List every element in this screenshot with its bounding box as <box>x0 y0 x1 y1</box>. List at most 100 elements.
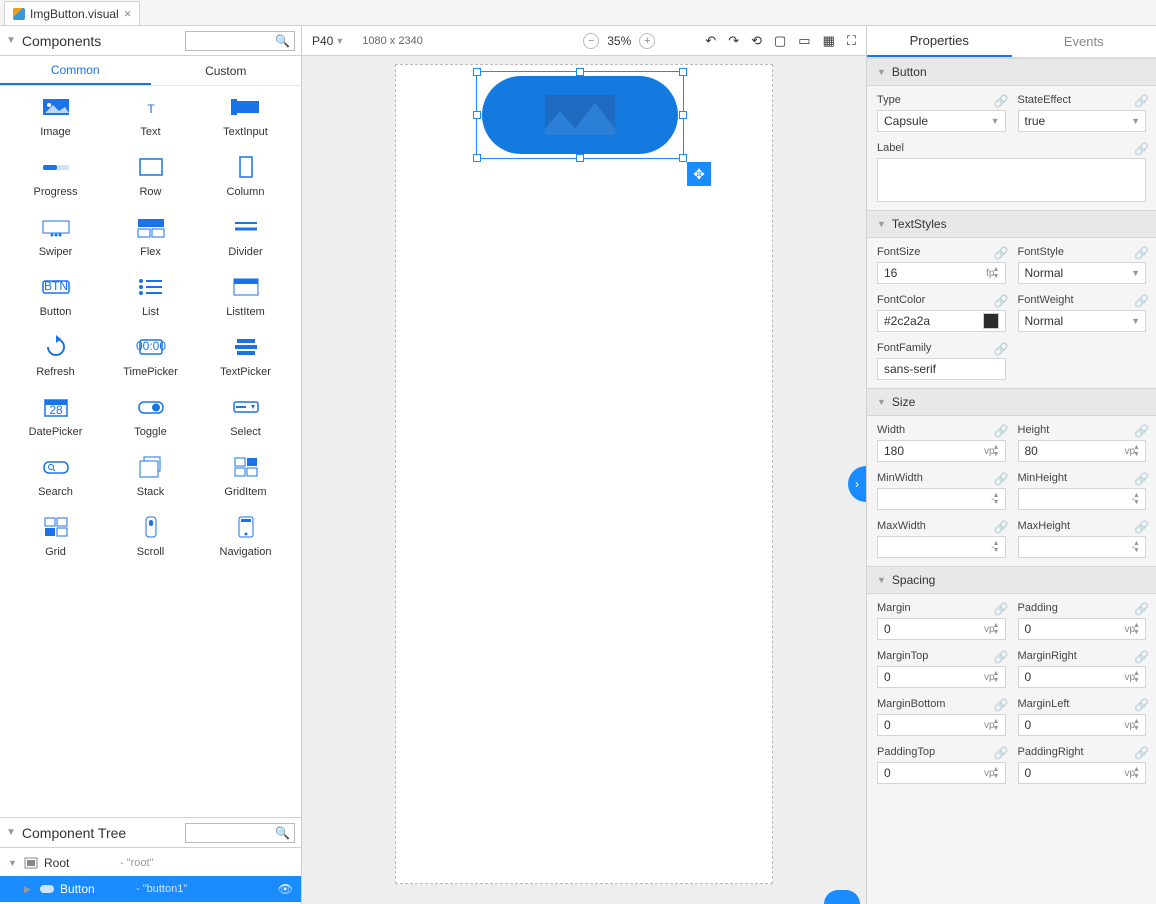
chevron-down-icon[interactable]: ▼ <box>6 35 16 46</box>
tab-events[interactable]: Events <box>1012 26 1156 57</box>
component-stack[interactable]: Stack <box>103 456 198 498</box>
fontweight-select[interactable]: Normal▼ <box>1018 310 1147 332</box>
tree-row-root[interactable]: ▼ Root - "root" <box>0 850 301 876</box>
component-text[interactable]: TText <box>103 96 198 138</box>
tab-common[interactable]: Common <box>0 56 151 85</box>
component-row[interactable]: Row <box>103 156 198 198</box>
link-icon[interactable]: 🔗 <box>1134 520 1146 532</box>
height-input[interactable]: 80vp▲▼ <box>1018 440 1147 462</box>
link-icon[interactable]: 🔗 <box>994 602 1006 614</box>
selection-frame[interactable]: ✥ <box>476 71 684 159</box>
margin-input[interactable]: 0vp▲▼ <box>877 618 1006 640</box>
tab-custom[interactable]: Custom <box>151 56 302 85</box>
mleft-input[interactable]: 0vp▲▼ <box>1018 714 1147 736</box>
component-refresh[interactable]: Refresh <box>8 336 103 378</box>
link-icon[interactable]: 🔗 <box>994 94 1006 106</box>
mright-input[interactable]: 0vp▲▼ <box>1018 666 1147 688</box>
zoom-out-button[interactable]: − <box>583 33 599 49</box>
resize-handle[interactable] <box>473 68 481 76</box>
link-icon[interactable]: 🔗 <box>994 650 1006 662</box>
label-textarea[interactable] <box>877 158 1146 202</box>
component-timepicker[interactable]: 00:00TimePicker <box>103 336 198 378</box>
section-textstyles[interactable]: ▼TextStyles <box>867 210 1156 238</box>
resize-handle[interactable] <box>679 154 687 162</box>
component-textinput[interactable]: TextInput <box>198 96 293 138</box>
layout-icon[interactable]: ▢ <box>774 33 786 49</box>
link-icon[interactable]: 🔗 <box>1134 246 1146 258</box>
link-icon[interactable]: 🔗 <box>994 472 1006 484</box>
chevron-down-icon[interactable]: ▼ <box>6 827 16 838</box>
link-icon[interactable]: 🔗 <box>1134 94 1146 106</box>
fontsize-input[interactable]: 16fp▲▼ <box>877 262 1006 284</box>
maxh-input[interactable]: -▲▼ <box>1018 536 1147 558</box>
side-expand-button[interactable]: › <box>848 466 866 502</box>
resize-handle[interactable] <box>576 68 584 76</box>
fontcolor-input[interactable]: #2c2a2a <box>877 310 1006 332</box>
file-tab[interactable]: ImgButton.visual × <box>4 1 140 25</box>
link-icon[interactable]: 🔗 <box>1134 698 1146 710</box>
link-icon[interactable]: 🔗 <box>1134 650 1146 662</box>
link-icon[interactable]: 🔗 <box>1134 142 1146 154</box>
link-icon[interactable]: 🔗 <box>1134 602 1146 614</box>
section-button[interactable]: ▼Button <box>867 58 1156 86</box>
link-icon[interactable]: 🔗 <box>994 342 1006 354</box>
move-icon[interactable]: ✥ <box>687 162 711 186</box>
component-griditem[interactable]: GridItem <box>198 456 293 498</box>
components-search[interactable]: 🔍 <box>185 31 295 51</box>
link-icon[interactable]: 🔗 <box>994 424 1006 436</box>
component-button[interactable]: BTNButton <box>8 276 103 318</box>
fontstyle-select[interactable]: Normal▼ <box>1018 262 1147 284</box>
zoom-in-button[interactable]: + <box>639 33 655 49</box>
component-list[interactable]: List <box>103 276 198 318</box>
component-grid[interactable]: Grid <box>8 516 103 558</box>
section-size[interactable]: ▼Size <box>867 388 1156 416</box>
link-icon[interactable]: 🔗 <box>1134 424 1146 436</box>
link-icon[interactable]: 🔗 <box>1134 472 1146 484</box>
width-input[interactable]: 180vp▲▼ <box>877 440 1006 462</box>
component-toggle[interactable]: Toggle <box>103 396 198 438</box>
pright-input[interactable]: 0vp▲▼ <box>1018 762 1147 784</box>
bottom-expand-button[interactable] <box>824 890 860 904</box>
type-select[interactable]: Capsule▼ <box>877 110 1006 132</box>
device-selector[interactable]: P40▼ <box>312 34 344 48</box>
close-icon[interactable]: × <box>124 6 132 21</box>
link-icon[interactable]: 🔗 <box>994 294 1006 306</box>
minw-input[interactable]: -▲▼ <box>877 488 1006 510</box>
component-select[interactable]: Select <box>198 396 293 438</box>
tree-row-button[interactable]: ▶ Button - "button1" 👁 <box>0 876 301 902</box>
resize-handle[interactable] <box>679 68 687 76</box>
component-navigation[interactable]: Navigation <box>198 516 293 558</box>
component-search[interactable]: Search <box>8 456 103 498</box>
link-icon[interactable]: 🔗 <box>1134 746 1146 758</box>
component-flex[interactable]: Flex <box>103 216 198 258</box>
undo-icon[interactable]: ↶ <box>705 33 716 49</box>
component-image[interactable]: Image <box>8 96 103 138</box>
link-icon[interactable]: 🔗 <box>994 746 1006 758</box>
component-swiper[interactable]: Swiper <box>8 216 103 258</box>
link-icon[interactable]: 🔗 <box>1134 294 1146 306</box>
maxw-input[interactable]: -▲▼ <box>877 536 1006 558</box>
rotate-icon[interactable]: ⟲ <box>751 33 762 49</box>
fontfamily-input[interactable]: sans-serif <box>877 358 1006 380</box>
mbottom-input[interactable]: 0vp▲▼ <box>877 714 1006 736</box>
section-spacing[interactable]: ▼Spacing <box>867 566 1156 594</box>
link-icon[interactable]: 🔗 <box>994 246 1006 258</box>
link-icon[interactable]: 🔗 <box>994 520 1006 532</box>
ptop-input[interactable]: 0vp▲▼ <box>877 762 1006 784</box>
canvas[interactable]: ✥ › <box>302 56 866 904</box>
component-divider[interactable]: Divider <box>198 216 293 258</box>
tree-search[interactable]: 🔍 <box>185 823 295 843</box>
component-textpicker[interactable]: TextPicker <box>198 336 293 378</box>
tab-properties[interactable]: Properties <box>867 26 1012 57</box>
component-column[interactable]: Column <box>198 156 293 198</box>
visibility-icon[interactable]: 👁 <box>278 882 293 896</box>
mtop-input[interactable]: 0vp▲▼ <box>877 666 1006 688</box>
state-select[interactable]: true▼ <box>1018 110 1147 132</box>
component-listitem[interactable]: ListItem <box>198 276 293 318</box>
component-progress[interactable]: Progress <box>8 156 103 198</box>
minh-input[interactable]: -▲▼ <box>1018 488 1147 510</box>
grid-icon[interactable]: ▦ <box>823 33 835 49</box>
component-datepicker[interactable]: 28DatePicker <box>8 396 103 438</box>
resize-handle[interactable] <box>473 111 481 119</box>
link-icon[interactable]: 🔗 <box>994 698 1006 710</box>
